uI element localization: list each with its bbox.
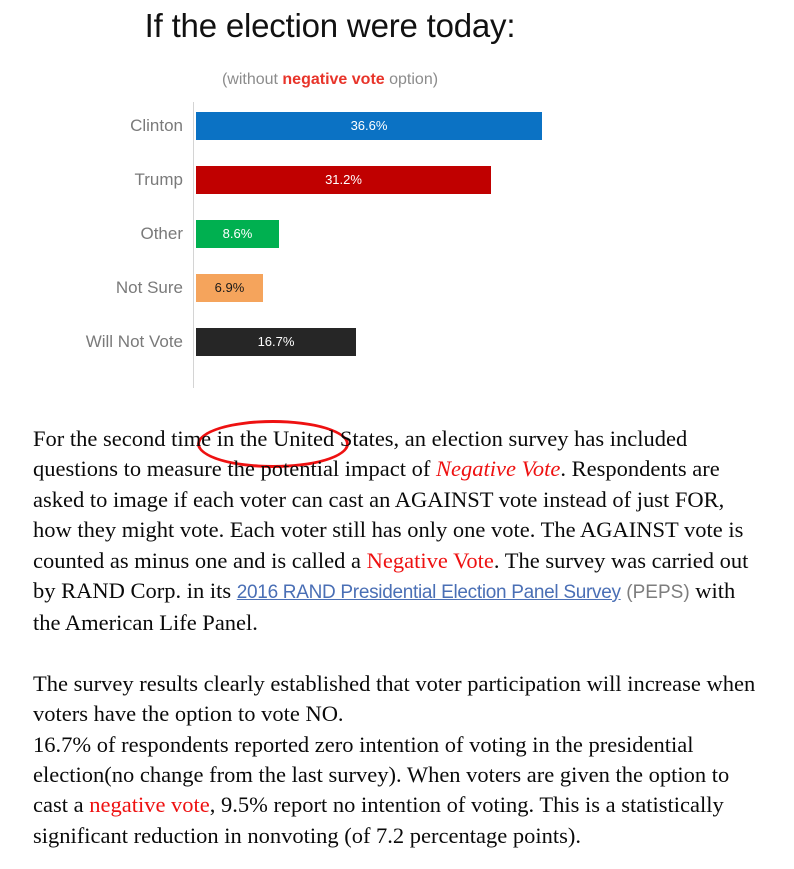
paragraph-1: For the second time in the United States…: [33, 424, 761, 639]
bar-value-label: 6.9%: [214, 280, 245, 295]
chart-subtitle: (without negative vote option): [0, 70, 660, 90]
bar-trump: 31.2%: [196, 166, 491, 194]
p1-peps-abbreviation: (PEPS): [626, 582, 690, 604]
bar-row: Clinton 36.6%: [0, 112, 660, 140]
bar-category-label: Clinton: [130, 116, 183, 135]
p2-segment-1: The survey results clearly established t…: [33, 670, 756, 727]
chart-subtitle-highlight: negative vote: [282, 71, 385, 88]
p2-negative-vote-term: negative vote: [89, 792, 210, 818]
bar-not-sure: 6.9%: [196, 274, 263, 302]
chart-title: If the election were today:: [144, 7, 516, 44]
bar-value-label: 8.6%: [222, 226, 253, 241]
p1-negative-vote-term: Negative Vote: [366, 547, 494, 573]
paragraph-2: The survey results clearly established t…: [33, 669, 761, 851]
bar-row: Trump 31.2%: [0, 166, 660, 194]
bar-category-label: Not Sure: [115, 278, 183, 297]
bar-value-label: 16.7%: [257, 334, 295, 349]
bar-row: Other 8.6%: [0, 220, 660, 248]
chart-container: If the election were today: (without neg…: [0, 0, 794, 468]
article-body: For the second time in the United States…: [33, 424, 761, 851]
bar-value-label: 36.6%: [350, 118, 388, 133]
bar-will-not-vote: 16.7%: [196, 328, 356, 356]
bar-category-label: Trump: [134, 170, 184, 189]
bar-value-label: 31.2%: [325, 172, 362, 187]
bar-category-label: Other: [140, 224, 183, 243]
bar-category-label: Will Not Vote: [85, 332, 183, 351]
bar-chart-plot-area: Clinton 36.6% Trump 31.2% Other 8.6% Not…: [0, 100, 660, 468]
bar-other: 8.6%: [196, 220, 279, 248]
bar-clinton: 36.6%: [196, 112, 542, 140]
chart-subtitle-prefix: (without: [221, 71, 283, 88]
bar-row: Will Not Vote 16.7%: [0, 328, 660, 356]
p1-negative-vote-emphasis: Negative Vote: [436, 456, 561, 482]
peps-survey-link[interactable]: 2016 RAND Presidential Election Panel Su…: [237, 582, 621, 603]
chart-subtitle-suffix: option): [384, 71, 439, 88]
bar-row: Not Sure 6.9%: [0, 274, 660, 302]
